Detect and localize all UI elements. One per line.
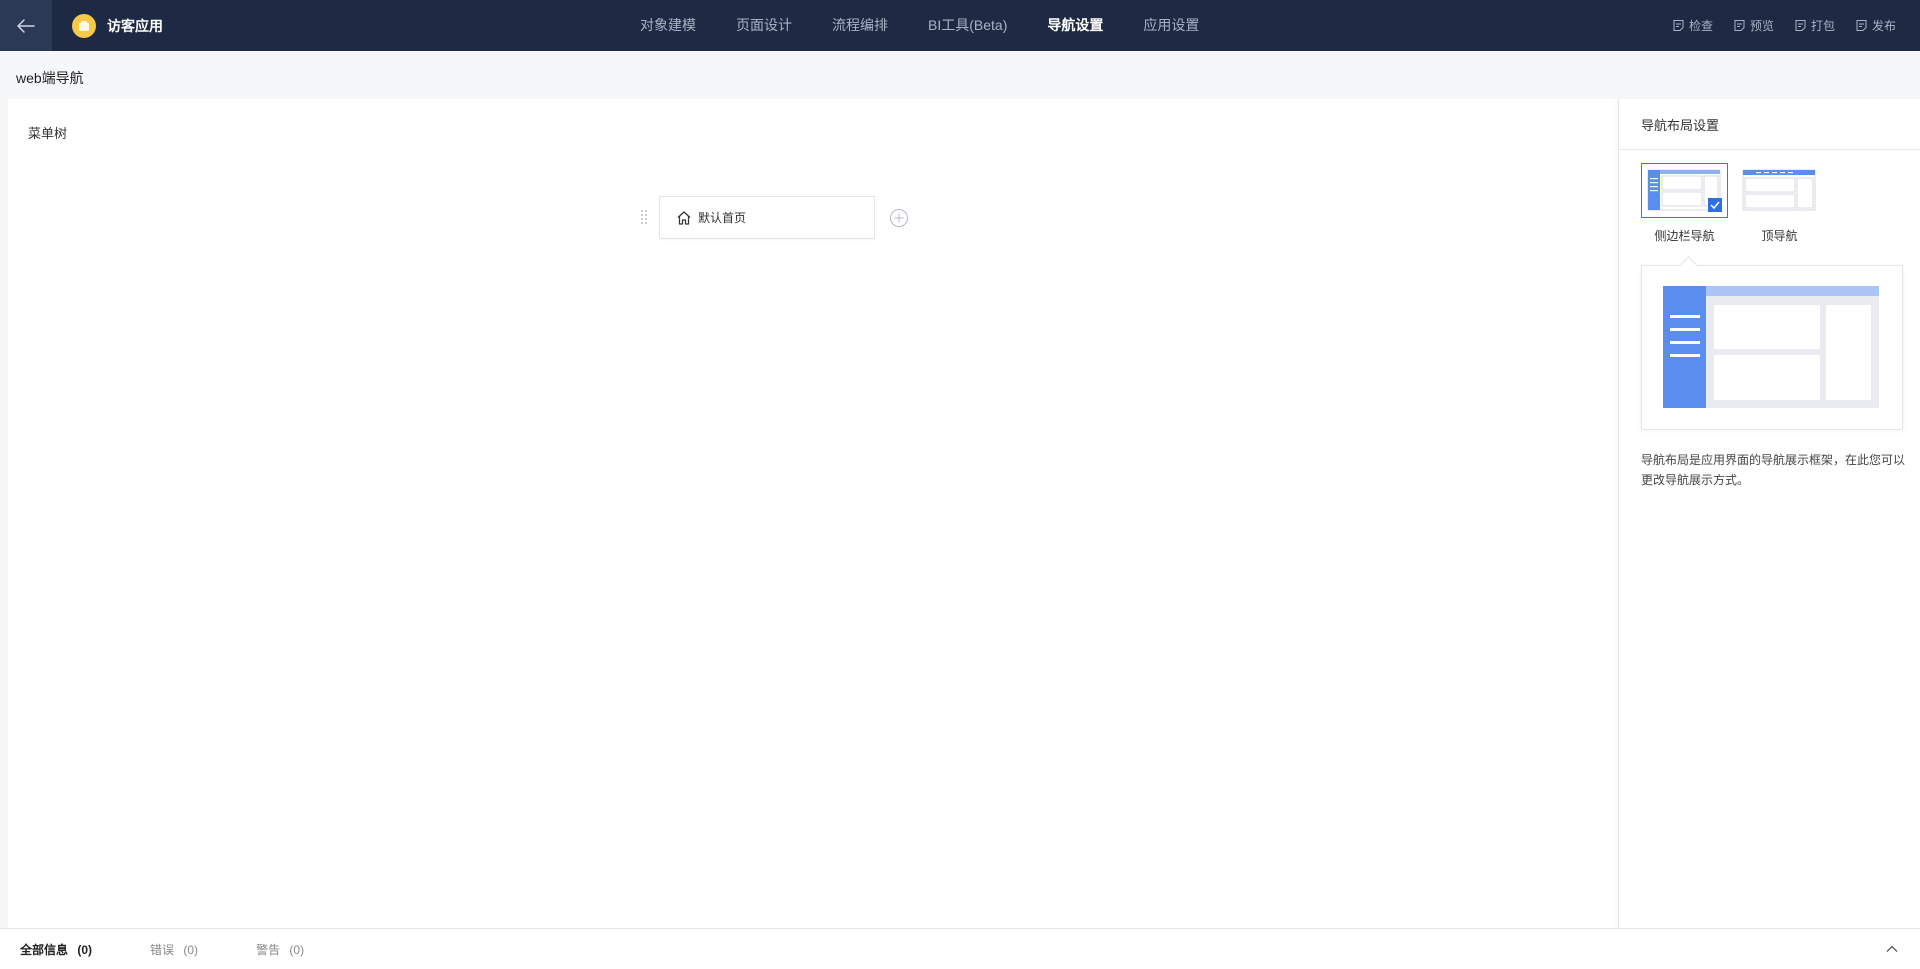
top-layout-icon [1742,169,1816,211]
tab-navigation-settings[interactable]: 导航设置 [1027,0,1123,51]
main-nav: 对象建模 页面设计 流程编排 BI工具(Beta) 导航设置 应用设置 [620,0,1219,51]
tab-process-orchestration[interactable]: 流程编排 [812,0,908,51]
tab-errors-count: (0) [183,942,199,957]
publish-label: 发布 [1871,19,1896,33]
preview-button[interactable]: 预览 [1733,17,1774,34]
layout-settings-panel: 导航布局设置 侧边栏导航 顶导航 导航布局是应用界面的导航展示框架，在此您可以更… [1618,99,1920,928]
layout-options: 侧边栏导航 顶导航 [1641,163,1823,244]
back-button[interactable] [0,0,52,51]
left-gutter [0,99,8,928]
layout-option-top[interactable]: 顶导航 [1736,163,1823,244]
sidebar-layout-thumbnail [1641,163,1728,218]
chevron-up-icon[interactable] [1884,941,1900,957]
app-title: 访客应用 [107,17,163,34]
tab-page-design[interactable]: 页面设计 [716,0,812,51]
preview-icon [1734,20,1745,31]
tab-errors[interactable]: 错误 (0) [130,941,218,958]
tab-all-messages-label: 全部信息 [20,942,69,957]
app-logo-icon [79,20,89,31]
layout-description: 导航布局是应用界面的导航展示框架，在此您可以更改导航展示方式。 [1641,453,1906,487]
tab-object-modeling[interactable]: 对象建模 [620,0,716,51]
menu-tree-title: 菜单树 [28,126,68,141]
home-icon [677,210,691,225]
layout-option-sidebar[interactable]: 侧边栏导航 [1641,163,1728,244]
sidebar-layout-preview-icon [1663,286,1879,408]
tab-app-settings[interactable]: 应用设置 [1123,0,1219,51]
tab-errors-label: 错误 [150,942,175,957]
tab-all-messages[interactable]: 全部信息 (0) [0,941,112,958]
publish-icon [1856,20,1867,31]
check-button[interactable]: 检查 [1672,17,1713,34]
layout-option-sidebar-label: 侧边栏导航 [1654,229,1715,243]
menu-item[interactable]: 默认首页 [659,196,875,239]
drag-handle-icon[interactable] [640,208,648,226]
package-button[interactable]: 打包 [1794,17,1835,34]
tab-warnings[interactable]: 警告 (0) [236,941,324,958]
layout-preview [1641,265,1903,430]
preview-label: 预览 [1749,19,1774,33]
sub-header: web端导航 [0,51,1920,99]
add-circle-icon[interactable] [889,208,909,228]
package-label: 打包 [1810,19,1835,33]
check-label: 检查 [1688,19,1713,33]
menu-item-label: 默认首页 [698,211,747,225]
header-actions: 检查 预览 打包 发布 [1672,0,1896,51]
tab-warnings-label: 警告 [256,942,281,957]
top-bar: 访客应用 对象建模 页面设计 流程编排 BI工具(Beta) 导航设置 应用设置… [0,0,1920,51]
top-layout-thumbnail [1736,163,1823,218]
tab-bi-tools[interactable]: BI工具(Beta) [908,0,1027,51]
message-bar: 全部信息 (0) 错误 (0) 警告 (0) [0,928,1920,969]
page-title: web端导航 [16,70,84,86]
check-doc-icon [1673,20,1684,31]
arrow-left-icon [17,18,35,33]
publish-button[interactable]: 发布 [1855,17,1896,34]
menu-tree-canvas: 菜单树 默认首页 [8,99,1618,928]
package-icon [1795,20,1806,31]
tab-warnings-count: (0) [289,942,305,957]
tab-all-messages-count: (0) [77,942,93,957]
app-logo [72,13,96,38]
panel-title: 导航布局设置 [1619,99,1920,150]
layout-option-top-label: 顶导航 [1761,229,1798,243]
sidebar-layout-icon [1647,169,1722,212]
